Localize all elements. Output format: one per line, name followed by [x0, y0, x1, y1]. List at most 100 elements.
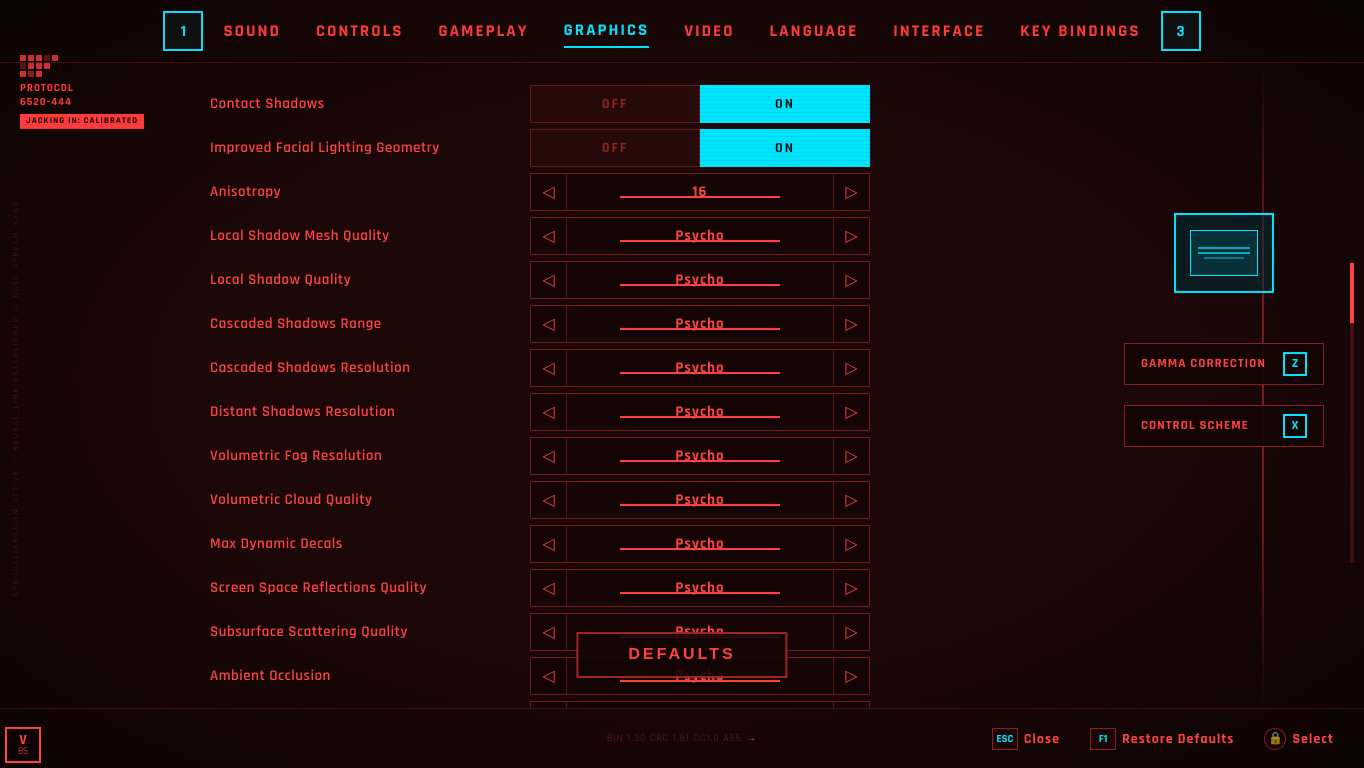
selector-arrow-right-vol-cloud[interactable]: ▷ [833, 482, 869, 518]
setting-control-decals: ◁ Psycho ▷ [530, 525, 870, 563]
toggle-on-facial-lighting[interactable]: ON [700, 129, 870, 167]
setting-label-sss: Subsurface Scattering Quality [200, 623, 530, 642]
setting-control-vol-fog: ◁ Psycho ▷ [530, 437, 870, 475]
setting-label-ao: Ambient Occlusion [200, 667, 530, 686]
setting-control-ssr: ◁ Psycho ▷ [530, 569, 870, 607]
selector-arrow-right-cascaded-res[interactable]: ▷ [833, 350, 869, 386]
selector-arrow-right-shadow-quality[interactable]: ▷ [833, 262, 869, 298]
f1-key[interactable]: F1 [1090, 728, 1116, 750]
scrollbar-thumb[interactable] [1350, 263, 1354, 323]
selector-value-decals: Psycho [567, 535, 833, 554]
nav-item-gameplay[interactable]: GAMEPLAY [438, 15, 528, 47]
bottom-restore-action[interactable]: F1 Restore Defaults [1090, 728, 1234, 750]
nav-item-language[interactable]: LANGUAGE [770, 15, 859, 47]
selector-arrow-left-cascaded-range[interactable]: ◁ [531, 306, 567, 342]
setting-label-vol-fog: Volumetric Fog Resolution [200, 447, 530, 466]
setting-control-anisotropy: ◁ 16 ▷ [530, 173, 870, 211]
restore-label: Restore Defaults [1122, 730, 1234, 748]
bottom-center-info: BIN 1.30 CRC 1.51 CC1.0 A55 → [607, 733, 757, 745]
selector-arrow-right-cascaded-range[interactable]: ▷ [833, 306, 869, 342]
selector-arrow-left-sss[interactable]: ◁ [531, 614, 567, 650]
nav-item-sound[interactable]: SOUND [223, 15, 280, 47]
setting-control-cascaded-range: ◁ Psycho ▷ [530, 305, 870, 343]
toggle-on-contact-shadows[interactable]: ON [700, 85, 870, 123]
preview-inner [1190, 230, 1257, 276]
logo-text-line2: 6520-444 [20, 95, 72, 109]
setting-control-distant-shadows: ◁ Psycho ▷ [530, 393, 870, 431]
selector-arrow-right-ao[interactable]: ▷ [833, 658, 869, 694]
setting-label-cascaded-res: Cascaded Shadows Resolution [200, 359, 530, 378]
selector-arrow-left-ssr[interactable]: ◁ [531, 570, 567, 606]
v-badge-letter: V [19, 733, 26, 747]
select-icon: 🔒 [1264, 728, 1286, 750]
selector-value-cascaded-res: Psycho [567, 359, 833, 378]
nav-item-keybindings[interactable]: KEY BINDINGS [1020, 15, 1140, 47]
scrollbar[interactable] [1350, 263, 1354, 563]
setting-control-cascaded-res: ◁ Psycho ▷ [530, 349, 870, 387]
selector-arrow-left-distant-shadows[interactable]: ◁ [531, 394, 567, 430]
selector-arrow-left-anisotropy[interactable]: ◁ [531, 174, 567, 210]
selector-value-distant-shadows: Psycho [567, 403, 833, 422]
control-scheme-button[interactable]: CONTROL SCHEME X [1124, 405, 1324, 447]
selector-value-cascaded-range: Psycho [567, 315, 833, 334]
setting-control-vol-cloud: ◁ Psycho ▷ [530, 481, 870, 519]
toggle-off-facial-lighting[interactable]: OFF [530, 129, 700, 167]
nav-item-controls[interactable]: CONTROLS [316, 15, 404, 47]
left-vertical-decoration: SYS::CALIBRATION_ACTIVE // NEURAL_LINK_E… [12, 200, 22, 597]
selector-arrow-left-shadow-mesh[interactable]: ◁ [531, 218, 567, 254]
v-badge: V 85 [5, 727, 41, 763]
v-badge-number: 85 [18, 747, 28, 757]
bottom-close-action[interactable]: ESC Close [992, 728, 1060, 750]
setting-label-distant-shadows: Distant Shadows Resolution [200, 403, 530, 422]
setting-label-decals: Max Dynamic Decals [200, 535, 530, 554]
selector-arrow-left-vol-fog[interactable]: ◁ [531, 438, 567, 474]
selector-value-anisotropy: 16 [567, 183, 833, 202]
nav-items: SOUND CONTROLS GAMEPLAY GRAPHICS VIDEO L… [223, 14, 1140, 48]
setting-label-contact-shadows: Contact Shadows [200, 95, 530, 114]
bottom-arrow-icon: → [746, 733, 757, 745]
logo-text-line1: PROTOCOL [20, 81, 74, 95]
selector-arrow-left-shadow-quality[interactable]: ◁ [531, 262, 567, 298]
preview-line-2 [1198, 252, 1250, 254]
nav-item-graphics[interactable]: GRAPHICS [564, 14, 650, 48]
setting-label-shadow-mesh: Local Shadow Mesh Quality [200, 227, 530, 246]
selector-arrow-left-decals[interactable]: ◁ [531, 526, 567, 562]
control-scheme-key: X [1283, 414, 1307, 438]
bottom-center-text: BIN 1.30 CRC 1.51 CC1.0 A55 [607, 733, 741, 745]
close-label: Close [1024, 730, 1060, 748]
setting-label-facial-lighting: Improved Facial Lighting Geometry [200, 139, 530, 158]
selector-arrow-left-cascaded-res[interactable]: ◁ [531, 350, 567, 386]
esc-key[interactable]: ESC [992, 728, 1018, 750]
defaults-button[interactable]: DEFAULTS [576, 632, 787, 678]
setting-label-vol-cloud: Volumetric Cloud Quality [200, 491, 530, 510]
bottom-bar: BIN 1.30 CRC 1.51 CC1.0 A55 → ESC Close … [0, 708, 1364, 768]
setting-label-cascaded-range: Cascaded Shadows Range [200, 315, 530, 334]
gamma-correction-button[interactable]: GAMMA CORRECTION Z [1124, 343, 1324, 385]
nav-item-video[interactable]: VIDEO [684, 15, 734, 47]
selector-arrow-right-ssr[interactable]: ▷ [833, 570, 869, 606]
selector-value-shadow-quality: Psycho [567, 271, 833, 290]
selector-arrow-right-sss[interactable]: ▷ [833, 614, 869, 650]
preview-line-1 [1198, 247, 1250, 249]
selector-value-shadow-mesh: Psycho [567, 227, 833, 246]
nav-item-interface[interactable]: INTERFACE [893, 15, 985, 47]
selector-arrow-right-vol-fog[interactable]: ▷ [833, 438, 869, 474]
selector-value-vol-cloud: Psycho [567, 491, 833, 510]
defaults-area: DEFAULTS [576, 632, 787, 678]
selector-arrow-right-shadow-mesh[interactable]: ▷ [833, 218, 869, 254]
selector-arrow-left-ao[interactable]: ◁ [531, 658, 567, 694]
selector-arrow-right-anisotropy[interactable]: ▷ [833, 174, 869, 210]
right-panel: GAMMA CORRECTION Z CONTROL SCHEME X [1084, 63, 1364, 708]
preview-line-3 [1204, 257, 1243, 259]
logo-area: PROTOCOL 6520-444 JACKING IN: CALIBRATED [20, 55, 144, 129]
select-label: Select [1292, 730, 1334, 748]
toggle-off-contact-shadows[interactable]: OFF [530, 85, 700, 123]
bottom-select-action[interactable]: 🔒 Select [1264, 728, 1334, 750]
selector-arrow-right-distant-shadows[interactable]: ▷ [833, 394, 869, 430]
preview-thumbnail [1174, 213, 1274, 293]
setting-label-shadow-quality: Local Shadow Quality [200, 271, 530, 290]
logo-badge: JACKING IN: CALIBRATED [20, 114, 144, 129]
selector-arrow-left-vol-cloud[interactable]: ◁ [531, 482, 567, 518]
selector-arrow-right-decals[interactable]: ▷ [833, 526, 869, 562]
setting-label-ssr: Screen Space Reflections Quality [200, 579, 530, 598]
